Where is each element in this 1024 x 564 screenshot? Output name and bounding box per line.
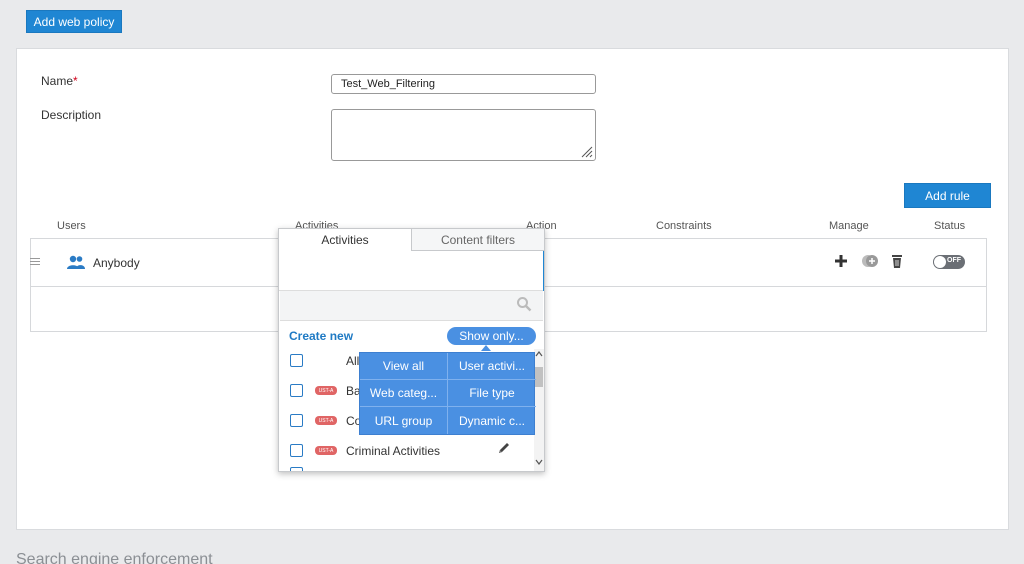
create-new-link[interactable]: Create new	[289, 329, 353, 343]
type-badge: UST-A	[315, 386, 337, 395]
scroll-up-icon[interactable]	[535, 350, 543, 358]
resize-grip-icon[interactable]	[579, 144, 593, 158]
drag-handle-icon[interactable]	[30, 258, 40, 267]
checkbox[interactable]	[290, 444, 303, 457]
selected-activities-area[interactable]	[279, 251, 544, 291]
list-item-label: All	[346, 354, 360, 368]
column-header-manage: Manage	[829, 220, 869, 232]
clone-icon[interactable]	[860, 253, 880, 269]
activities-popup: Activities Content filters Create new Sh…	[278, 228, 545, 472]
show-only-menu: View all User activi... Web categ... Fil…	[359, 352, 536, 435]
add-web-policy-button[interactable]: Add web policy	[26, 10, 122, 33]
column-header-users: Users	[57, 220, 86, 232]
users-icon	[67, 255, 85, 269]
add-icon[interactable]	[833, 253, 849, 269]
column-header-status: Status	[934, 220, 966, 232]
toggle-state-label: OFF	[947, 257, 961, 264]
list-item[interactable]	[280, 467, 535, 471]
menu-item-user-activities[interactable]: User activi...	[448, 353, 536, 380]
menu-item-file-type[interactable]: File type	[448, 380, 536, 407]
description-textarea[interactable]	[331, 109, 596, 161]
list-item-label: Criminal Activities	[346, 444, 441, 458]
delete-icon[interactable]	[889, 253, 905, 269]
checkbox[interactable]	[290, 414, 303, 427]
type-badge: UST-A	[315, 446, 337, 455]
menu-item-dynamic-categories[interactable]: Dynamic c...	[448, 407, 536, 434]
show-only-button[interactable]: Show only...	[447, 327, 536, 345]
activities-search-input[interactable]	[280, 291, 543, 321]
required-mark: *	[73, 74, 78, 88]
menu-item-url-group[interactable]: URL group	[360, 407, 448, 434]
tab-content-filters[interactable]: Content filters	[412, 229, 544, 251]
description-label: Description	[41, 108, 102, 122]
column-header-constraints: Constraints	[656, 220, 712, 232]
search-icon	[517, 297, 532, 312]
edit-icon[interactable]	[497, 441, 511, 455]
name-label: Name*	[41, 74, 78, 88]
checkbox[interactable]	[290, 354, 303, 367]
menu-item-web-categories[interactable]: Web categ...	[360, 380, 448, 407]
tab-activities[interactable]: Activities	[279, 229, 412, 251]
menu-item-view-all[interactable]: View all	[360, 353, 448, 380]
section-heading: Search engine enforcement	[16, 551, 213, 564]
checkbox[interactable]	[290, 384, 303, 397]
status-toggle[interactable]: OFF	[933, 255, 965, 269]
type-badge: UST-A	[315, 416, 337, 425]
scrollbar-thumb[interactable]	[535, 367, 543, 387]
name-input[interactable]: Test_Web_Filtering	[331, 74, 596, 94]
scroll-down-icon[interactable]	[535, 458, 543, 466]
toggle-knob	[934, 256, 946, 268]
add-rule-button[interactable]: Add rule	[904, 183, 991, 208]
rule-user-label: Anybody	[93, 256, 140, 270]
checkbox[interactable]	[290, 467, 303, 471]
